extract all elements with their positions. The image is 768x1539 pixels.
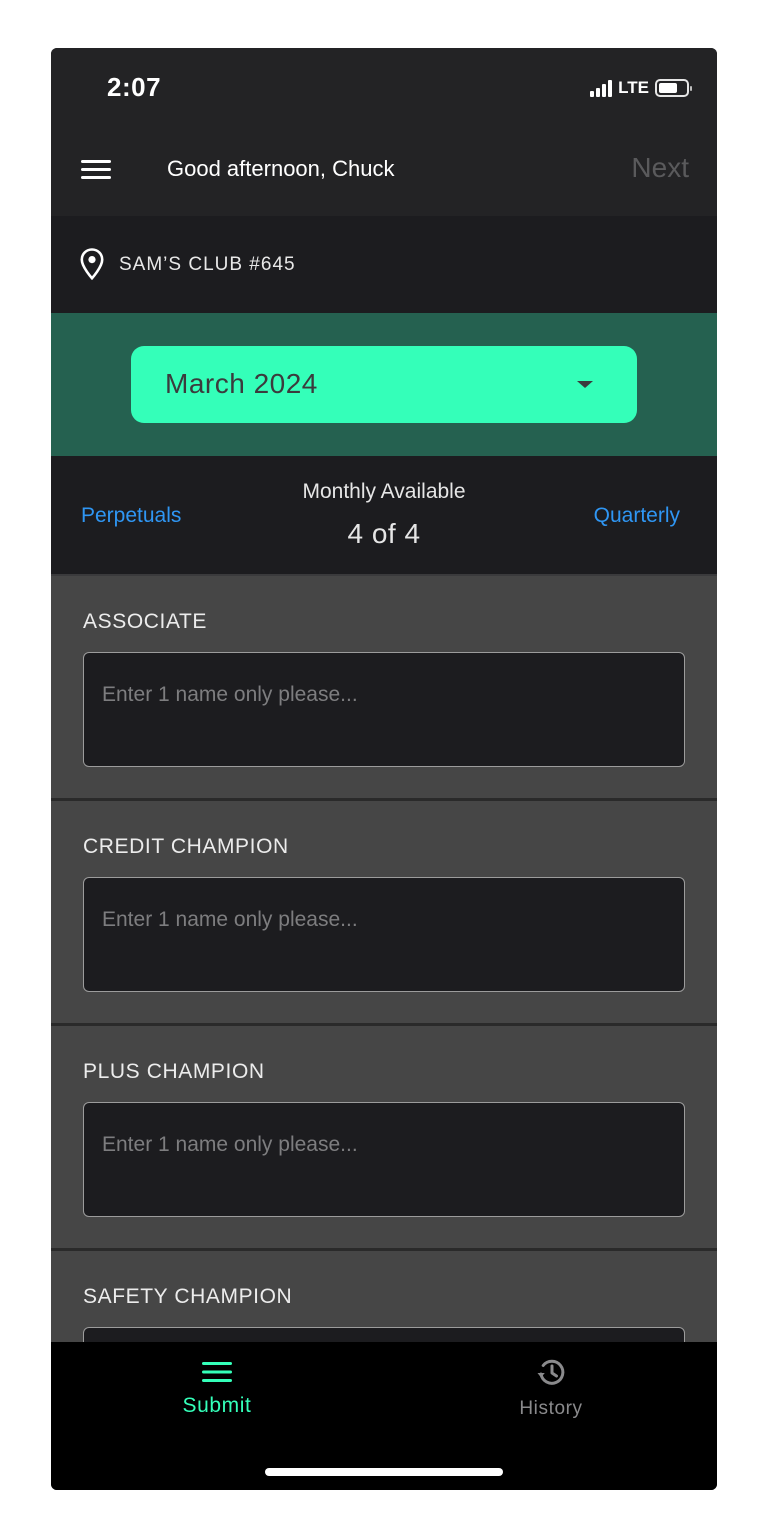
history-icon [537, 1359, 565, 1385]
location-pin-icon [80, 248, 104, 280]
status-time: 2:07 [107, 72, 162, 102]
month-dropdown[interactable]: March 2024 [131, 346, 637, 423]
section-credit-champion: CREDIT CHAMPION [51, 801, 717, 1026]
credit-champion-input[interactable] [83, 877, 685, 992]
selected-month: March 2024 [165, 368, 318, 399]
nav-history-label: History [519, 1398, 583, 1419]
section-title: PLUS CHAMPION [83, 1060, 265, 1083]
nav-history[interactable]: History [451, 1352, 651, 1432]
battery-icon [655, 79, 692, 97]
store-name: SAM’S CLUB #645 [119, 254, 296, 275]
section-associate: ASSOCIATE [51, 576, 717, 801]
app-screen: 2:07 LTE Good afternoon, Chuck Next SAM’… [51, 48, 717, 1490]
section-plus-champion: PLUS CHAMPION [51, 1026, 717, 1251]
app-header: 2:07 LTE Good afternoon, Chuck Next [51, 48, 717, 216]
availability-label: Monthly Available [302, 480, 466, 503]
nav-submit-label: Submit [182, 1394, 252, 1417]
location-bar: SAM’S CLUB #645 [51, 216, 717, 313]
home-indicator[interactable] [265, 1468, 503, 1476]
status-indicators: LTE [590, 78, 692, 98]
section-title: ASSOCIATE [83, 610, 208, 633]
next-button[interactable]: Next [631, 152, 689, 184]
list-icon [202, 1362, 232, 1382]
tab-quarterly[interactable]: Quarterly [594, 504, 680, 528]
greeting-text: Good afternoon, Chuck [167, 156, 395, 181]
plus-champion-input[interactable] [83, 1102, 685, 1217]
menu-icon[interactable] [81, 160, 111, 180]
associate-input[interactable] [83, 652, 685, 767]
network-type: LTE [618, 78, 649, 97]
signal-icon [590, 79, 613, 97]
category-tabs: Perpetuals Monthly Available 4 of 4 Quar… [51, 456, 717, 576]
month-band: March 2024 [51, 313, 717, 456]
nav-submit[interactable]: Submit [117, 1352, 317, 1432]
bottom-nav: Submit History [51, 1342, 717, 1490]
caret-down-icon [577, 381, 593, 388]
section-title: CREDIT CHAMPION [83, 835, 289, 858]
section-title: SAFETY CHAMPION [83, 1285, 293, 1308]
